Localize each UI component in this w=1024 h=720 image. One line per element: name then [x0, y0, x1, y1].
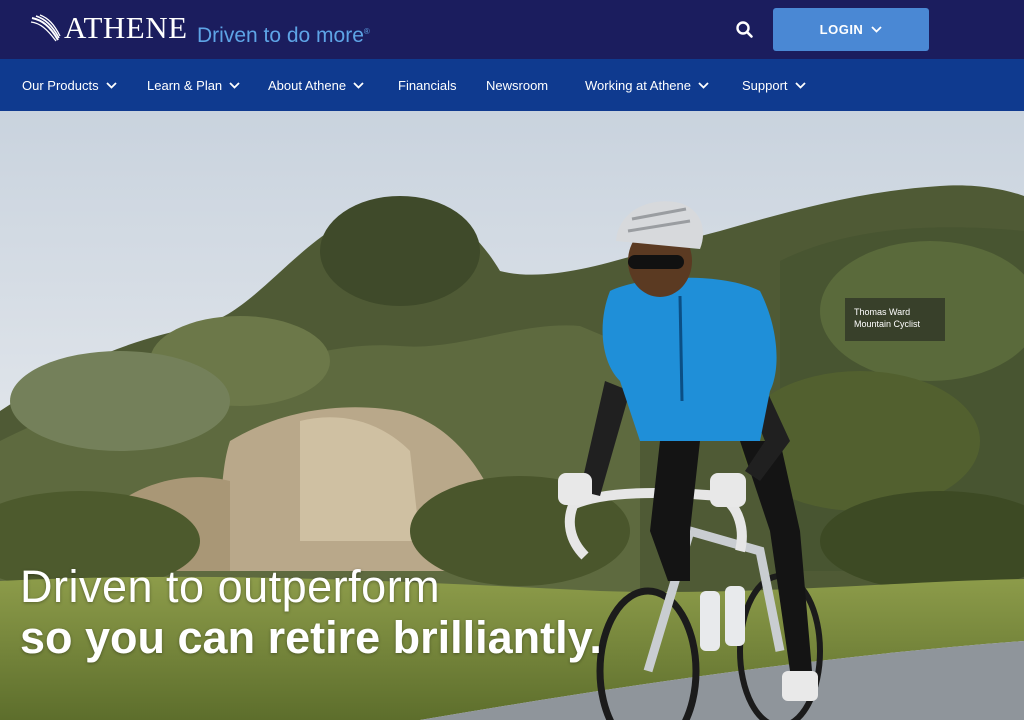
caption-role: Mountain Cyclist — [854, 319, 921, 329]
hero-banner: Thomas Ward Mountain Cyclist Driven to o… — [0, 111, 1024, 720]
chevron-down-icon — [353, 81, 364, 89]
nav-item-label: Learn & Plan — [147, 77, 223, 93]
logo-wordmark: ATHENE — [64, 10, 188, 45]
nav-item-label: Working at Athene — [585, 77, 691, 93]
main-nav: Our Products Learn & Plan About Athene F… — [0, 59, 1024, 111]
nav-item-our-products[interactable]: Our Products — [22, 59, 117, 111]
nav-item-working-at-athene[interactable]: Working at Athene — [585, 59, 709, 111]
wing-logo-icon — [30, 14, 61, 42]
chevron-down-icon — [871, 26, 882, 33]
athene-logo[interactable]: ATHENE — [30, 12, 188, 44]
nav-item-newsroom[interactable]: Newsroom — [486, 59, 548, 111]
nav-item-label: Support — [742, 77, 788, 93]
tagline: Driven to do more® — [197, 19, 370, 49]
nav-item-label: About Athene — [268, 77, 347, 93]
login-button[interactable]: LOGIN — [773, 8, 929, 51]
hero-headline-line2: so you can retire brilliantly. — [20, 612, 602, 663]
photo-caption: Thomas Ward Mountain Cyclist — [845, 298, 945, 341]
nav-item-support[interactable]: Support — [742, 59, 806, 111]
registered-mark: ® — [363, 27, 370, 36]
caption-name: Thomas Ward — [854, 307, 911, 317]
top-header: ATHENE Driven to do more® LOGIN — [0, 0, 1024, 59]
chevron-down-icon — [229, 81, 240, 89]
login-label: LOGIN — [819, 22, 864, 37]
nav-item-financials[interactable]: Financials — [398, 59, 457, 111]
tagline-text: Driven to do more — [197, 24, 364, 47]
chevron-down-icon — [794, 81, 806, 89]
chevron-down-icon — [698, 81, 709, 89]
nav-item-label: Financials — [398, 77, 457, 93]
search-icon — [736, 21, 753, 38]
nav-item-label: Newsroom — [486, 77, 549, 93]
nav-item-learn-plan[interactable]: Learn & Plan — [147, 59, 240, 111]
nav-item-label: Our Products — [22, 77, 99, 93]
chevron-down-icon — [105, 81, 117, 89]
nav-item-about-athene[interactable]: About Athene — [268, 59, 364, 111]
search-button[interactable] — [733, 18, 757, 42]
hero-headline-line1: Driven to outperform — [20, 561, 441, 612]
